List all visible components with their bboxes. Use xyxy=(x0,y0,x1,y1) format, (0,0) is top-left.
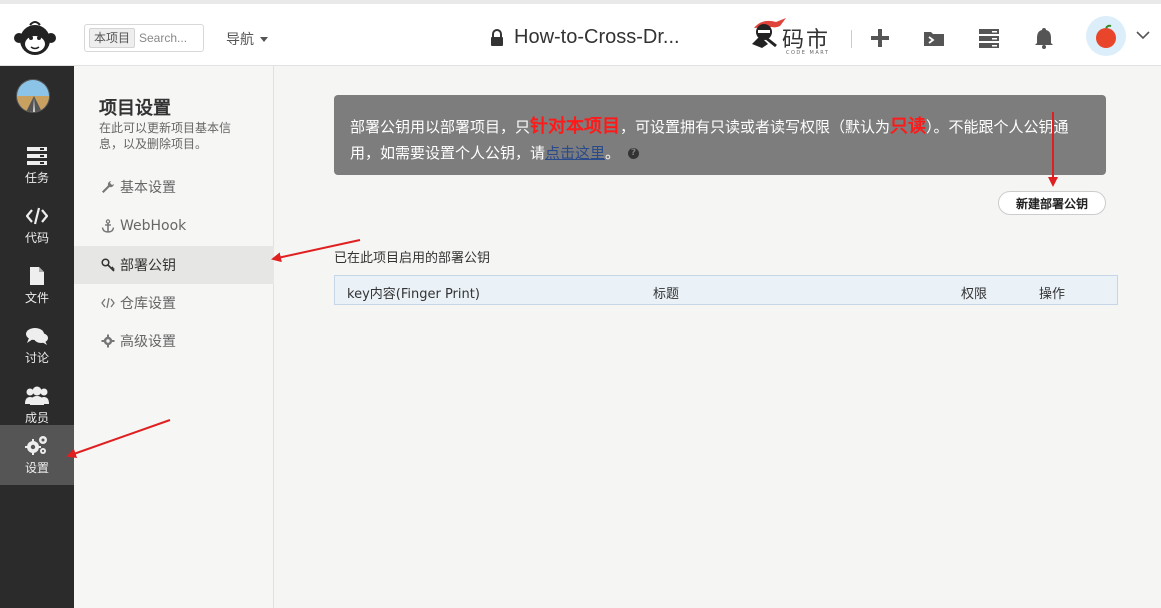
chevron-down-icon[interactable] xyxy=(1136,30,1150,40)
settings-nav-webhook[interactable]: WebHook xyxy=(74,207,274,245)
sidebar-item-settings[interactable]: 设置 xyxy=(0,425,74,485)
settings-nav-repository[interactable]: 仓库设置 xyxy=(74,284,274,322)
sidebar-item-label: 设置 xyxy=(24,461,49,475)
sidebar-item-label: 文件 xyxy=(24,291,49,305)
column-header-permission: 权限 xyxy=(961,287,988,302)
caret-down-icon xyxy=(260,36,268,42)
settings-nav: 项目设置 在此可以更新项目基本信息，以及删除项目。 基本设置 WebHook 部… xyxy=(74,66,274,608)
search-box: 本项目 xyxy=(84,24,204,52)
main-sidebar: 任务 代码 文件 讨论 成员 设置 xyxy=(0,66,74,608)
settings-nav-label: 仓库设置 xyxy=(120,296,176,312)
tasks-icon xyxy=(27,147,47,165)
gears-icon xyxy=(25,436,47,455)
sidebar-item-code[interactable]: 代码 xyxy=(0,196,74,256)
column-header-actions: 操作 xyxy=(1039,287,1066,302)
file-icon xyxy=(30,267,44,285)
notice-text: ，可设置拥有只读或者读写权限（默认为 xyxy=(620,118,891,136)
top-header: 本项目 导航 How-to-Cross-Dr... 码市 CODE MART xyxy=(0,0,1161,66)
personal-key-link[interactable]: 点击这里 xyxy=(545,144,605,162)
ninja-icon xyxy=(752,18,786,48)
sidebar-item-label: 讨论 xyxy=(24,351,49,365)
wrench-icon xyxy=(102,181,114,193)
lock-icon xyxy=(491,28,503,46)
sidebar-item-tasks[interactable]: 任务 xyxy=(0,136,74,196)
folder-terminal-icon[interactable] xyxy=(922,26,946,50)
search-input[interactable] xyxy=(139,31,203,45)
bell-icon[interactable] xyxy=(1032,26,1056,50)
sidebar-item-label: 任务 xyxy=(24,171,49,185)
settings-nav-label: 基本设置 xyxy=(120,180,176,196)
code-icon xyxy=(101,297,115,309)
coding-monkey-logo[interactable] xyxy=(10,17,60,57)
members-icon xyxy=(25,386,49,405)
apple-avatar-icon xyxy=(1096,24,1116,48)
header-divider xyxy=(851,30,852,48)
notice-text: 。 xyxy=(605,144,621,162)
settings-description: 在此可以更新项目基本信息，以及删除项目。 xyxy=(99,121,232,151)
code-icon xyxy=(26,207,48,225)
settings-nav-deploy-keys[interactable]: 部署公钥 xyxy=(74,246,274,284)
anchor-icon xyxy=(101,219,115,233)
deploy-keys-table-header: key内容(Finger Print) 标题 权限 操作 xyxy=(334,275,1118,305)
key-icon xyxy=(101,258,115,272)
search-scope-tag[interactable]: 本项目 xyxy=(89,28,135,48)
settings-nav-advanced[interactable]: 高级设置 xyxy=(74,322,274,360)
sidebar-item-discussions[interactable]: 讨论 xyxy=(0,316,74,376)
user-avatar-menu[interactable] xyxy=(1086,16,1126,56)
deploy-key-notice: 部署公钥用以部署项目，只针对本项目，可设置拥有只读或者读写权限（默认为只读）。不… xyxy=(334,95,1106,175)
settings-nav-label: 部署公钥 xyxy=(120,258,176,274)
nav-dropdown[interactable]: 导航 xyxy=(226,29,268,49)
server-icon[interactable] xyxy=(977,26,1001,50)
help-icon[interactable]: ? xyxy=(628,148,640,159)
project-title: How-to-Cross-Dr... xyxy=(490,26,680,49)
new-deploy-key-button[interactable]: 新建部署公钥 xyxy=(998,191,1106,215)
chat-icon xyxy=(26,328,48,345)
settings-nav-basic[interactable]: 基本设置 xyxy=(74,168,274,206)
sidebar-item-label: 成员 xyxy=(24,411,49,425)
sidebar-item-files[interactable]: 文件 xyxy=(0,256,74,316)
notice-text: 部署公钥用以部署项目，只 xyxy=(350,118,531,136)
brand-subtext: CODE MART xyxy=(786,50,830,56)
column-header-key: key内容(Finger Print) xyxy=(347,287,480,302)
settings-nav-label: WebHook xyxy=(120,218,187,234)
settings-title: 项目设置 xyxy=(99,98,171,119)
settings-nav-label: 高级设置 xyxy=(120,334,176,350)
gear-icon xyxy=(101,334,115,348)
plus-icon[interactable] xyxy=(868,26,892,50)
project-title-text: How-to-Cross-Dr... xyxy=(514,26,680,48)
column-header-title: 标题 xyxy=(653,287,680,302)
codemart-brand-logo[interactable]: 码市 CODE MART xyxy=(746,14,842,58)
enabled-keys-label: 已在此项目启用的部署公钥 xyxy=(334,251,491,266)
project-avatar[interactable] xyxy=(16,79,50,113)
sidebar-item-label: 代码 xyxy=(24,231,49,245)
notice-highlight: 只读 xyxy=(890,116,927,137)
nav-dropdown-label: 导航 xyxy=(226,32,254,48)
notice-highlight: 针对本项目 xyxy=(530,116,621,137)
